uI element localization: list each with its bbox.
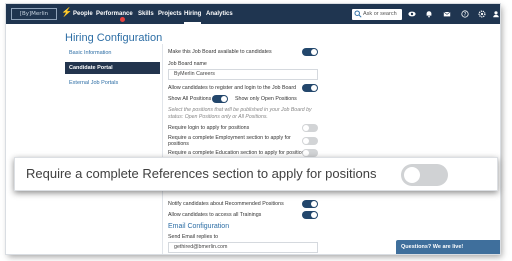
notification-badge	[120, 17, 125, 22]
nav-hiring[interactable]: Hiring	[184, 4, 202, 24]
bell-icon[interactable]	[425, 10, 433, 18]
nav-performance[interactable]: Performance	[96, 4, 133, 24]
require-references-toggle[interactable]	[401, 164, 448, 186]
notify-recommended-label: Notify candidates about Recommended Posi…	[168, 201, 284, 207]
show-open-label: Show only Open Positions	[235, 96, 297, 102]
require-education-toggle[interactable]	[302, 149, 318, 157]
zoom-callout: Require a complete References section to…	[14, 157, 498, 191]
gear-icon[interactable]	[478, 10, 486, 18]
eye-icon[interactable]	[408, 10, 416, 18]
column-divider	[162, 44, 163, 254]
reply-to-input[interactable]: gethired@bmerlin.com	[168, 242, 318, 253]
sidebar-item-external-job-portals[interactable]: External Job Portals	[65, 77, 160, 89]
nav-skills[interactable]: Skills	[138, 4, 154, 24]
allow-register-label: Allow candidates to register and login t…	[168, 85, 297, 91]
page-title: Hiring Configuration	[65, 32, 163, 44]
search-box[interactable]: Ask or search	[352, 9, 402, 20]
board-name-input[interactable]: ByMerlin Careers	[168, 69, 318, 80]
require-employment-label: Require a complete Employment section to…	[168, 135, 291, 147]
require-education-label: Require a complete Education section to …	[168, 150, 308, 156]
require-employment-toggle[interactable]	[302, 137, 318, 145]
board-name-label: Job Board name	[168, 61, 207, 67]
search-placeholder: Ask or search	[363, 11, 397, 17]
allow-trainings-toggle[interactable]	[302, 211, 318, 219]
top-nav-bar: [By]Merlin ⚡ People Performance Skills P…	[6, 4, 500, 24]
email-configuration-heading: Email Configuration	[168, 223, 230, 230]
require-login-toggle[interactable]	[302, 124, 318, 132]
make-available-label: Make this Job Board available to candida…	[168, 49, 272, 55]
nav-people[interactable]: People	[73, 4, 93, 24]
make-available-toggle[interactable]	[302, 48, 318, 56]
positions-help-note: Select the positions that will be publis…	[168, 107, 312, 120]
positions-filter-toggle[interactable]	[212, 95, 228, 103]
search-icon	[354, 10, 362, 18]
live-chat-button[interactable]: Questions? We are live!	[396, 240, 500, 254]
allow-register-toggle[interactable]	[302, 84, 318, 92]
sidebar-item-basic-information[interactable]: Basic Information	[65, 47, 160, 59]
nav-analytics[interactable]: Analytics	[206, 4, 233, 24]
bolt-icon[interactable]: ⚡	[61, 7, 72, 18]
mail-icon[interactable]	[443, 10, 451, 18]
nav-projects[interactable]: Projects	[158, 4, 182, 24]
allow-trainings-label: Allow candidates to access all Trainings	[168, 212, 262, 218]
reply-to-label: Send Email replies to	[168, 234, 219, 240]
company-logo[interactable]: [By]Merlin	[11, 8, 57, 20]
user-avatar-icon[interactable]	[492, 10, 500, 18]
require-references-label: Require a complete References section to…	[26, 166, 377, 181]
show-all-label: Show All Positions	[168, 96, 212, 102]
notify-recommended-toggle[interactable]	[302, 200, 318, 208]
app-window: [By]Merlin ⚡ People Performance Skills P…	[6, 4, 500, 254]
sidebar-item-candidate-portal[interactable]: Candidate Portal	[65, 62, 160, 74]
settings-sidebar: Basic Information Candidate Portal Exter…	[65, 47, 160, 92]
require-login-label: Require login to apply for positions	[168, 125, 250, 131]
help-icon[interactable]: ?	[461, 10, 469, 18]
